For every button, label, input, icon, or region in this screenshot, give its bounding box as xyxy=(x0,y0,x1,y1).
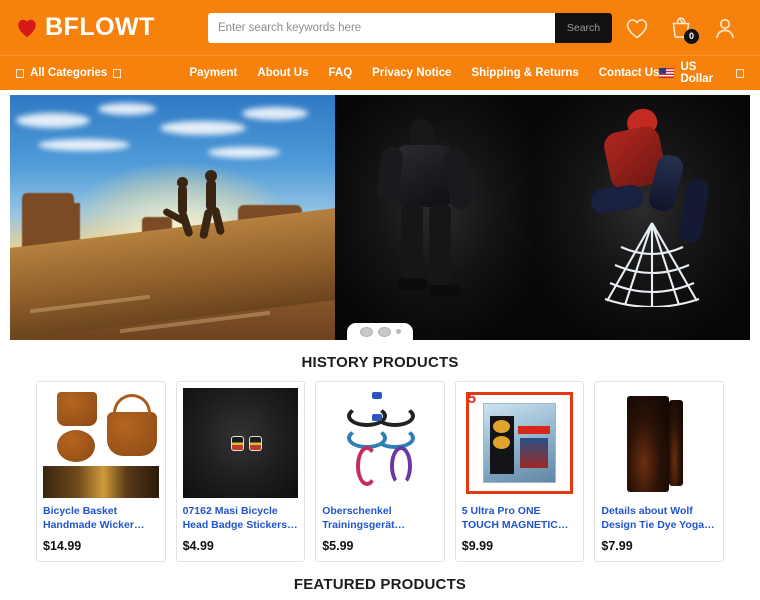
spider-web-icon xyxy=(604,222,700,307)
wicker-basket-icon xyxy=(57,392,97,426)
bicycle-photo-strip xyxy=(43,466,159,498)
product-thumbnail xyxy=(182,388,299,498)
product-card[interactable]: Bicycle Basket Handmade Wicker Woven Sto… xyxy=(36,381,166,562)
yoga-bag-strap xyxy=(669,400,684,486)
cloud-shape xyxy=(38,139,130,151)
product-thumbnail: 5 xyxy=(461,388,578,498)
product-thumbnail xyxy=(322,388,438,498)
product-price: $5.99 xyxy=(322,539,354,553)
s-hook-icon xyxy=(356,446,379,486)
runner-silhouette xyxy=(206,179,216,211)
featured-products-heading: FEATURED PRODUCTS xyxy=(293,576,467,593)
header-icon-group: 0 xyxy=(624,15,744,44)
logo-text: BFLOWT xyxy=(45,13,155,41)
s-hook-icon xyxy=(375,427,416,449)
cart-icon[interactable]: 0 xyxy=(668,15,699,44)
product-card[interactable]: 5 5 Ultra Pro ONE TOUCH MAGNETIC 180pt U… xyxy=(454,381,585,562)
product-card[interactable]: Oberschenkel Trainingsgerät Schlankeres … xyxy=(315,381,445,562)
hero-carousel[interactable] xyxy=(10,95,750,340)
cart-count-badge: 0 xyxy=(684,28,699,44)
heart-icon xyxy=(16,17,38,39)
currency-selector[interactable]: US Dollar xyxy=(659,61,744,85)
hero-slide-spiderman[interactable] xyxy=(535,95,750,340)
product-card[interactable]: Details about Wolf Design Tie Dye Yoga B… xyxy=(594,381,724,562)
site-header: BFLOWT Search 0 xyxy=(0,0,760,55)
product-title[interactable]: 5 Ultra Pro ONE TOUCH MAGNETIC 180pt UV … xyxy=(462,505,578,533)
wishlist-icon[interactable] xyxy=(624,15,650,41)
figure-foot xyxy=(429,285,461,297)
nav-item-faq[interactable]: FAQ xyxy=(329,67,353,79)
main-nav: All Categories Payment About Us FAQ Priv… xyxy=(0,55,760,90)
one-touch-label xyxy=(518,425,550,434)
product-price: $14.99 xyxy=(43,539,82,553)
runner-silhouette xyxy=(177,177,188,188)
product-title[interactable]: Details about Wolf Design Tie Dye Yoga B… xyxy=(601,505,717,533)
logo-badge xyxy=(493,435,510,449)
product-card[interactable]: 07162 Masi Bicycle Head Badge Stickers -… xyxy=(175,381,306,562)
product-price: $9.99 xyxy=(461,539,494,553)
carousel-next-button[interactable] xyxy=(377,326,391,337)
cloud-shape xyxy=(208,147,280,158)
cloud-shape xyxy=(16,113,90,128)
cloud-shape xyxy=(98,103,156,115)
logo[interactable]: BFLOWT xyxy=(16,15,208,40)
product-price: $7.99 xyxy=(601,539,633,553)
nav-links: Payment About Us FAQ Privacy Notice Ship… xyxy=(189,67,659,79)
hero-slide-armored-figure[interactable] xyxy=(335,95,535,340)
search-input[interactable] xyxy=(208,12,555,43)
nav-item-contact-us[interactable]: Contact Us xyxy=(599,67,660,79)
chevron-down-icon xyxy=(736,68,744,78)
figure-foot xyxy=(397,278,427,290)
wicker-basket-icon xyxy=(107,412,157,456)
search-button[interactable]: Search xyxy=(555,12,612,43)
carousel-prev-button[interactable] xyxy=(359,326,373,337)
us-flag-icon xyxy=(659,68,675,78)
figure-leg xyxy=(429,203,451,287)
logo-badge xyxy=(493,419,510,433)
basket-handle-icon xyxy=(113,394,151,416)
quantity-label: 5 xyxy=(467,390,477,407)
nav-item-about-us[interactable]: About Us xyxy=(257,67,308,79)
hook-connector xyxy=(372,392,383,399)
head-badge-sticker-icon xyxy=(230,436,244,451)
product-thumbnail xyxy=(601,388,717,498)
wicker-basket-icon xyxy=(57,430,95,462)
nav-item-payment[interactable]: Payment xyxy=(189,67,237,79)
hero-slide-runners[interactable] xyxy=(10,95,335,340)
yoga-bag-icon xyxy=(627,396,670,492)
all-categories-button[interactable]: All Categories xyxy=(16,67,189,79)
account-icon[interactable] xyxy=(712,15,738,41)
all-categories-label: All Categories xyxy=(30,67,108,79)
product-title[interactable]: 07162 Masi Bicycle Head Badge Stickers -… xyxy=(183,505,299,533)
currency-label: US Dollar xyxy=(680,61,714,85)
nav-item-privacy-notice[interactable]: Privacy Notice xyxy=(372,67,451,79)
cloud-shape xyxy=(160,121,246,135)
head-badge-sticker-icon xyxy=(248,436,262,451)
hook-connector xyxy=(372,414,383,421)
search-bar: Search xyxy=(208,12,612,43)
s-hook-icon xyxy=(390,446,413,486)
product-title[interactable]: Bicycle Basket Handmade Wicker Woven Sto… xyxy=(43,505,159,533)
uv-card-package xyxy=(465,392,574,494)
menu-icon xyxy=(16,68,24,78)
history-products-grid: Bicycle Basket Handmade Wicker Woven Sto… xyxy=(0,381,760,562)
product-thumbnail xyxy=(43,388,159,498)
cloud-shape xyxy=(242,107,308,120)
figure-leg xyxy=(401,203,423,281)
runner-silhouette xyxy=(205,170,217,182)
carousel-dot-indicator[interactable] xyxy=(395,329,401,334)
card-holder-graphic xyxy=(483,402,557,484)
card-image xyxy=(520,437,548,468)
chevron-down-icon xyxy=(113,68,122,78)
history-products-heading: HISTORY PRODUCTS xyxy=(301,354,459,371)
product-price: $4.99 xyxy=(182,539,214,553)
nav-item-shipping-returns[interactable]: Shipping & Returns xyxy=(471,67,578,79)
carousel-controls xyxy=(347,323,413,340)
product-title[interactable]: Oberschenkel Trainingsgerät Schlankeres xyxy=(322,505,438,533)
